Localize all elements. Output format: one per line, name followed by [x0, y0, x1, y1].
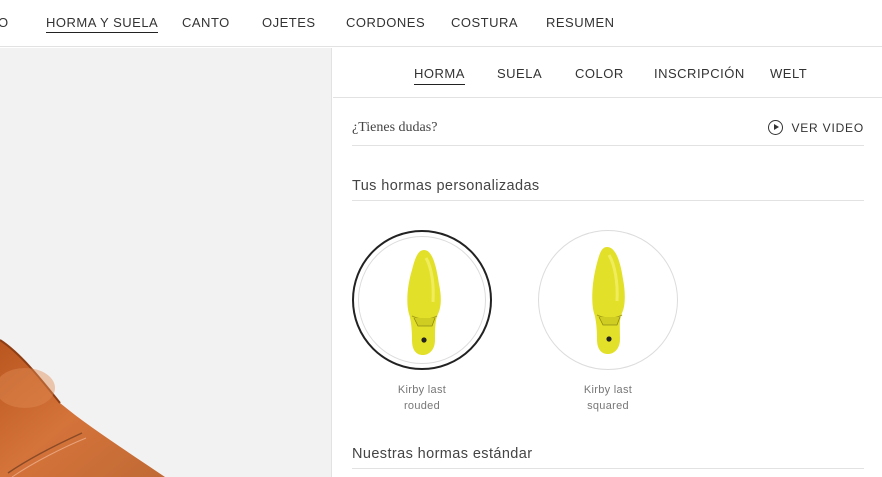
last-name: Kirby last	[397, 384, 447, 396]
standard-lasts-title: Nuestras hormas estándar	[352, 446, 864, 469]
last-name: Kirby last	[583, 384, 633, 396]
watch-video-button[interactable]: VER VIDEO	[768, 120, 864, 135]
topnav-item-partial[interactable]: O	[0, 15, 9, 30]
play-circle-icon	[768, 120, 784, 135]
tab-horma[interactable]: HORMA	[414, 66, 465, 85]
custom-lasts-title: Tus hormas personalizadas	[352, 178, 864, 201]
last-option-label: Kirby last squared	[538, 382, 678, 414]
last-option-kirby-rounded[interactable]: Kirby last rouded	[352, 230, 492, 414]
sub-navigation: HORMA SUELA COLOR INSCRIPCIÓN WELT	[333, 48, 882, 98]
topnav-item-ojetes[interactable]: OJETES	[262, 15, 316, 30]
last-variant: squared	[587, 400, 629, 412]
last-variant: rouded	[403, 400, 441, 412]
top-navigation: O HORMA Y SUELA CANTO OJETES CORDONES CO…	[0, 0, 882, 47]
last-thumbnail	[538, 230, 678, 370]
topnav-item-horma-y-suela[interactable]: HORMA Y SUELA	[46, 15, 159, 33]
tab-suela[interactable]: SUELA	[497, 66, 542, 81]
shoe-preview-image	[0, 339, 165, 477]
shoe-last-icon	[592, 247, 625, 354]
configuration-panel: HORMA SUELA COLOR INSCRIPCIÓN WELT ¿Tien…	[333, 48, 882, 477]
last-option-label: Kirby last rouded	[352, 382, 492, 414]
help-question: ¿Tienes dudas?	[352, 120, 438, 135]
topnav-item-resumen[interactable]: RESUMEN	[546, 15, 615, 30]
tab-inscripcion[interactable]: INSCRIPCIÓN	[654, 66, 745, 81]
topnav-item-canto[interactable]: CANTO	[182, 15, 230, 30]
help-row: ¿Tienes dudas? VER VIDEO	[352, 118, 864, 146]
shoe-preview[interactable]	[0, 48, 332, 477]
topnav-item-costura[interactable]: COSTURA	[451, 15, 518, 30]
shoe-last-icon	[407, 250, 441, 355]
watch-video-label: VER VIDEO	[791, 120, 864, 135]
tab-color[interactable]: COLOR	[575, 66, 624, 81]
last-option-kirby-squared[interactable]: Kirby last squared	[538, 230, 678, 414]
topnav-item-cordones[interactable]: CORDONES	[346, 15, 425, 30]
last-thumbnail	[352, 230, 492, 370]
tab-welt[interactable]: WELT	[770, 66, 807, 81]
